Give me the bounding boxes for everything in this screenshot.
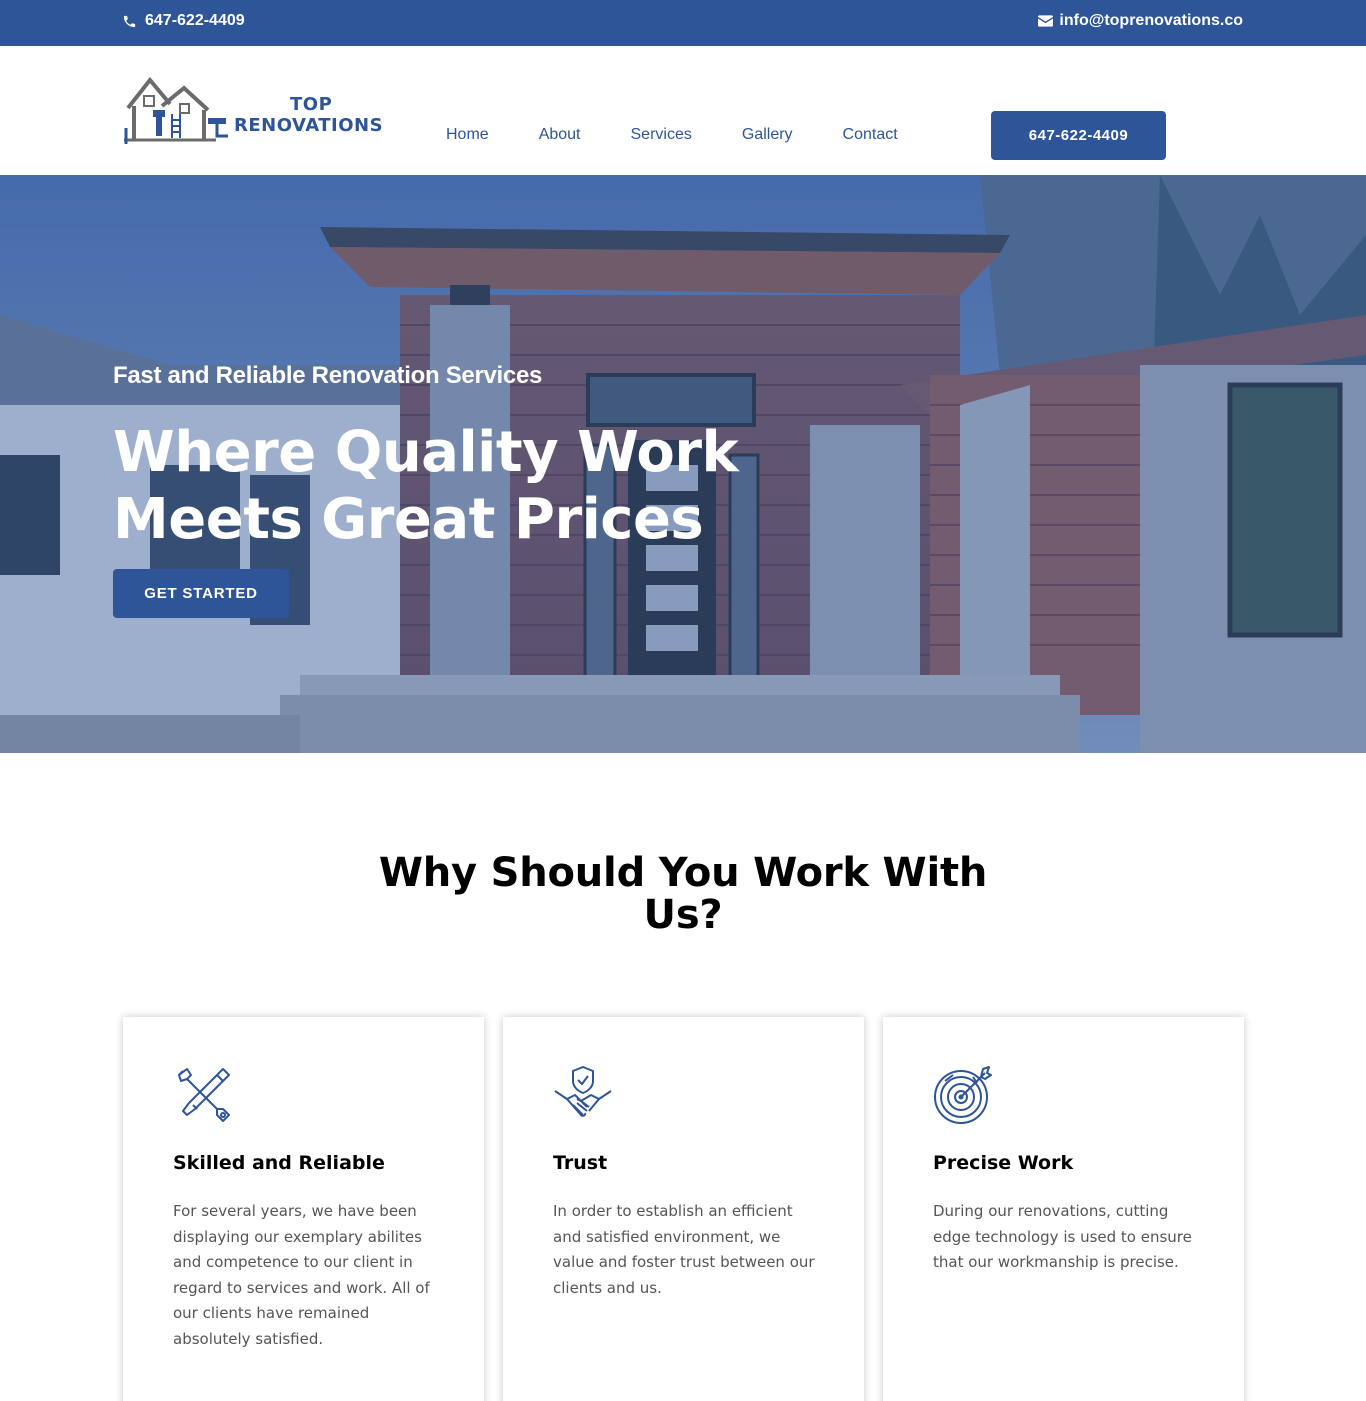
nav-about[interactable]: About	[539, 125, 581, 145]
hero-section: Fast and Reliable Renovation Services Wh…	[0, 175, 1366, 753]
feature-card-precise: Precise Work During our renovations, cut…	[883, 1017, 1244, 1401]
site-logo[interactable]: TOP RENOVATIONS	[122, 74, 392, 148]
feature-card-trust: Trust In order to establish an efficient…	[503, 1017, 864, 1401]
logo-line-top: TOP	[290, 94, 333, 115]
hero-kicker: Fast and Reliable Renovation Services	[113, 362, 543, 389]
card-text: During our renovations, cutting edge tec…	[933, 1202, 1192, 1272]
hero-title: Where Quality Work Meets Great Prices	[113, 419, 813, 553]
hero-title-line-1: Where Quality Work	[113, 420, 739, 485]
topbar-phone-text: 647-622-4409	[145, 12, 245, 29]
envelope-icon	[1038, 15, 1054, 27]
top-bar: 647-622-4409 info@toprenovations.co	[0, 0, 1366, 46]
hero-title-line-2: Meets Great Prices	[113, 487, 704, 552]
nav-home[interactable]: Home	[446, 125, 489, 145]
header-phone-button[interactable]: 647-622-4409	[991, 111, 1166, 160]
house-logo-icon	[124, 76, 228, 144]
logo-line-renovations: RENOVATIONS	[234, 115, 384, 136]
logo-wordmark: TOP RENOVATIONS	[234, 96, 383, 135]
nav-services[interactable]: Services	[631, 125, 692, 145]
tools-icon	[173, 1065, 233, 1125]
card-title: Precise Work	[933, 1152, 1074, 1174]
topbar-email-text: info@toprenovations.co	[1059, 12, 1243, 29]
get-started-button[interactable]: GET STARTED	[113, 569, 289, 618]
feature-card-skilled: Skilled and Reliable For several years, …	[123, 1017, 484, 1401]
nav-contact[interactable]: Contact	[843, 125, 898, 145]
topbar-email-link[interactable]: info@toprenovations.co	[1038, 12, 1243, 30]
card-text: In order to establish an efficient and s…	[553, 1202, 815, 1297]
nav-gallery[interactable]: Gallery	[742, 125, 793, 145]
why-section-title: Why Should You Work With Us?	[378, 850, 988, 938]
topbar-phone-link[interactable]: 647-622-4409	[122, 12, 245, 30]
card-text: For several years, we have been displayi…	[173, 1202, 430, 1348]
target-icon	[933, 1065, 993, 1125]
main-nav: Home About Services Gallery Contact	[446, 125, 948, 145]
card-title: Skilled and Reliable	[173, 1152, 385, 1174]
site-header: TOP RENOVATIONS Home About Services Gall…	[0, 46, 1366, 175]
phone-icon	[122, 14, 137, 29]
handshake-shield-icon	[553, 1065, 613, 1125]
card-title: Trust	[553, 1152, 608, 1174]
